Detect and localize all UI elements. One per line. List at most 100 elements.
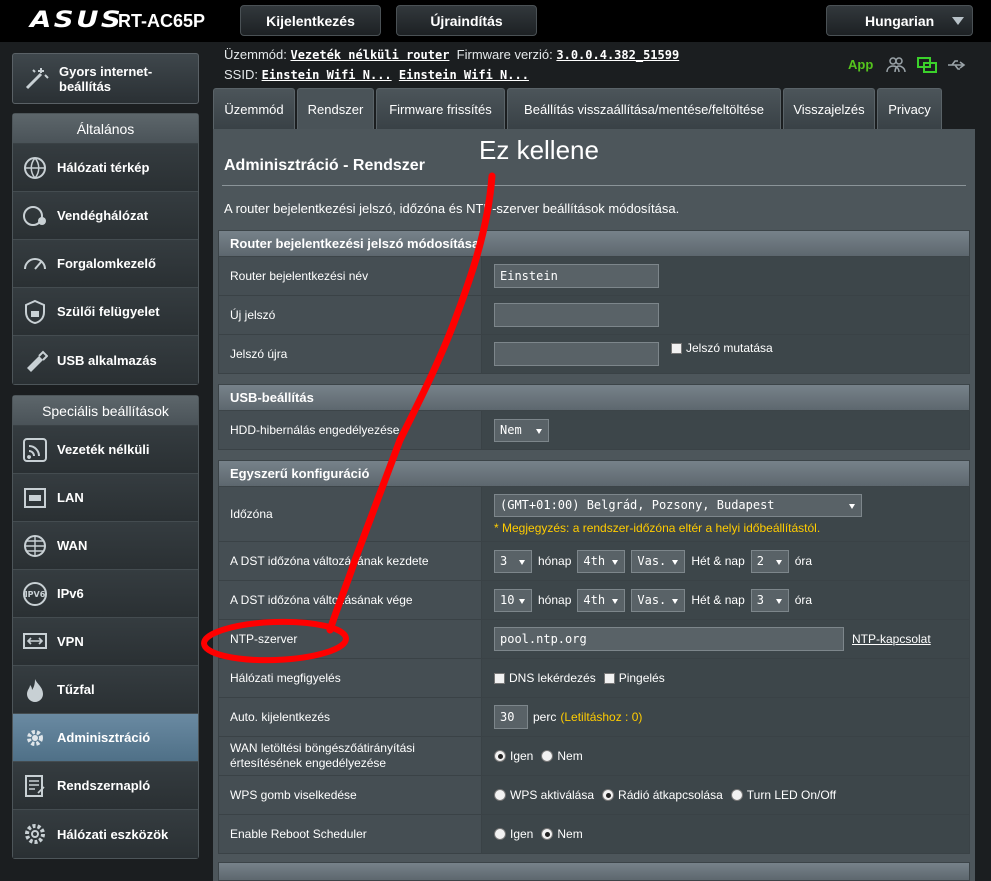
dst-end-hour-select[interactable]: 3: [750, 588, 789, 612]
dst-start-week-select[interactable]: 4th: [577, 549, 626, 573]
usb-section: USB-beállítás HDD-hibernálás engedélyezé…: [218, 384, 970, 450]
ssid-label: SSID:: [224, 67, 258, 82]
radio-toggle-radio[interactable]: [602, 789, 615, 801]
show-password-option[interactable]: Jelszó mutatása: [671, 341, 773, 355]
auto-logout-note: (Letiltáshoz : 0): [560, 710, 643, 724]
auto-logout-input[interactable]: 30: [494, 705, 528, 729]
dst-start-month-select[interactable]: 3: [494, 549, 532, 573]
show-password-checkbox[interactable]: [671, 342, 682, 354]
dns-query-checkbox[interactable]: [494, 672, 505, 684]
tab-system[interactable]: Rendszer: [297, 88, 374, 130]
tab-firmware-update[interactable]: Firmware frissítés: [376, 88, 505, 129]
ssid-link-2[interactable]: Einstein Wifi N...: [399, 68, 529, 82]
wan-redirect-no-option[interactable]: Nem: [541, 749, 583, 763]
sidebar-item-guest-network[interactable]: Vendéghálózat: [13, 192, 198, 240]
mode-link[interactable]: Vezeték nélküli router: [290, 48, 449, 62]
new-password-input[interactable]: [494, 303, 659, 327]
sidebar-item-firewall[interactable]: Tűzfal: [13, 666, 198, 714]
field-label: Időzóna: [219, 487, 482, 541]
login-name-input[interactable]: Einstein: [494, 264, 659, 288]
field-label: Enable Reboot Scheduler: [219, 815, 482, 853]
sidebar-item-wan[interactable]: WAN: [13, 522, 198, 570]
led-toggle-label: Turn LED On/Off: [746, 788, 837, 802]
login-name-row: Router bejelentkezési név Einstein: [218, 257, 970, 296]
tab-operation-mode[interactable]: Üzemmód: [213, 88, 295, 129]
wan-redirect-no-radio[interactable]: [541, 750, 554, 762]
usb-icon[interactable]: [946, 56, 966, 74]
logout-button[interactable]: Kijelentkezés: [240, 5, 381, 36]
reboot-sched-yes-option[interactable]: Igen: [494, 827, 533, 841]
guest-globe-icon: [23, 205, 46, 226]
tab-privacy[interactable]: Privacy: [877, 88, 942, 129]
sidebar-item-parental-control[interactable]: Szülői felügyelet: [13, 288, 198, 336]
sidebar-item-vpn[interactable]: VPN: [13, 618, 198, 666]
reboot-sched-no-option[interactable]: Nem: [541, 827, 583, 841]
wan-redirect-yes-option[interactable]: Igen: [494, 749, 533, 763]
sidebar-item-label: IPv6: [57, 586, 84, 601]
dst-start-day-select[interactable]: Vas.: [631, 549, 686, 573]
status-info: Üzemmód: Vezeték nélküli router Firmware…: [224, 45, 679, 85]
ping-checkbox[interactable]: [603, 672, 615, 684]
no-label: Nem: [557, 749, 583, 763]
shield-lock-icon: [25, 299, 45, 324]
sidebar-item-traffic-manager[interactable]: Forgalomkezelő: [13, 240, 198, 288]
dns-query-option[interactable]: DNS lekérdezés: [494, 671, 596, 685]
language-select[interactable]: Hungarian: [826, 5, 973, 36]
sidebar-item-label: USB alkalmazás: [57, 352, 157, 368]
firmware-link[interactable]: 3.0.0.4.382_51599: [556, 48, 679, 62]
field-label: Jelszó újra: [219, 335, 482, 373]
wan-redirect-yes-radio[interactable]: [494, 750, 506, 762]
network-icon[interactable]: [917, 56, 937, 74]
sidebar-item-administration[interactable]: Adminisztráció: [13, 714, 198, 762]
sidebar-item-label: Vezeték nélküli: [57, 442, 150, 457]
ntp-server-input[interactable]: pool.ntp.org: [494, 627, 844, 651]
hdd-hibernate-select[interactable]: Nem: [494, 418, 549, 442]
sidebar-item-label: Szülői felügyelet: [57, 304, 160, 319]
users-icon[interactable]: [886, 56, 906, 74]
sidebar-item-lan[interactable]: LAN: [13, 474, 198, 522]
radio-toggle-label: Rádió átkapcsolása: [618, 788, 723, 802]
month-unit: hónap: [538, 554, 572, 568]
sidebar-item-network-map[interactable]: Hálózati térkép: [13, 144, 198, 192]
reboot-sched-no-radio[interactable]: [541, 828, 554, 840]
sidebar-item-ipv6[interactable]: IPV6 IPv6: [13, 570, 198, 618]
sidebar-item-network-tools[interactable]: Hálózati eszközök: [13, 810, 198, 858]
sidebar-item-usb-app[interactable]: USB alkalmazás: [13, 336, 198, 384]
ping-option[interactable]: Pingelés: [603, 671, 665, 685]
quick-setup-label: Gyors internet-beállítás: [59, 63, 153, 94]
yes-label: Igen: [510, 827, 534, 841]
section-header: Egyszerű konfiguráció: [218, 460, 970, 487]
quick-internet-setup[interactable]: Gyors internet-beállítás: [12, 53, 199, 104]
repeat-password-row: Jelszó újra Jelszó mutatása: [218, 335, 970, 374]
led-toggle-radio[interactable]: [730, 789, 743, 801]
page-title: Adminisztráció - Rendszer: [224, 157, 425, 174]
ntp-connection-link[interactable]: NTP-kapcsolat: [852, 632, 931, 646]
app-link[interactable]: App: [848, 57, 873, 72]
admin-gear-icon: [27, 729, 43, 746]
led-toggle-option[interactable]: Turn LED On/Off: [730, 788, 837, 802]
ssid-link-1[interactable]: Einstein Wifi N...: [262, 68, 392, 82]
wand-icon: [25, 67, 49, 89]
page-description: A router bejelentkezési jelszó, időzóna …: [224, 201, 680, 216]
repeat-password-input[interactable]: [494, 342, 659, 366]
timezone-select[interactable]: (GMT+01:00) Belgrád, Pozsony, Budapest: [494, 493, 862, 517]
firmware-label: Firmware verzió:: [456, 47, 553, 62]
field-label: WPS gomb viselkedése: [219, 776, 482, 814]
wps-activate-option[interactable]: WPS aktiválása: [494, 788, 594, 802]
reboot-button[interactable]: Újraindítás: [396, 5, 537, 36]
tab-restore-save-upload[interactable]: Beállítás visszaállítása/mentése/feltölt…: [507, 88, 781, 129]
tab-feedback[interactable]: Visszajelzés: [783, 88, 875, 129]
sidebar-item-wireless[interactable]: Vezeték nélküli: [13, 426, 198, 474]
dst-start-hour-select[interactable]: 2: [750, 549, 789, 573]
top-bar: ASUS RT-AC65P Kijelentkezés Újraindítás …: [0, 0, 991, 42]
dst-end-week-select[interactable]: 4th: [577, 588, 626, 612]
dst-end-month-select[interactable]: 10: [494, 588, 532, 612]
reboot-sched-yes-radio[interactable]: [494, 828, 506, 840]
wps-activate-radio[interactable]: [494, 789, 506, 801]
ping-label: Pingelés: [618, 671, 665, 685]
field-label: WAN letöltési böngészőátirányítási értes…: [219, 737, 482, 775]
sidebar-item-system-log[interactable]: Rendszernapló: [13, 762, 198, 810]
radio-toggle-option[interactable]: Rádió átkapcsolása: [602, 788, 723, 802]
dst-end-day-select[interactable]: Vas.: [631, 588, 686, 612]
ntp-server-row: NTP-szerver pool.ntp.org NTP-kapcsolat: [218, 620, 970, 659]
